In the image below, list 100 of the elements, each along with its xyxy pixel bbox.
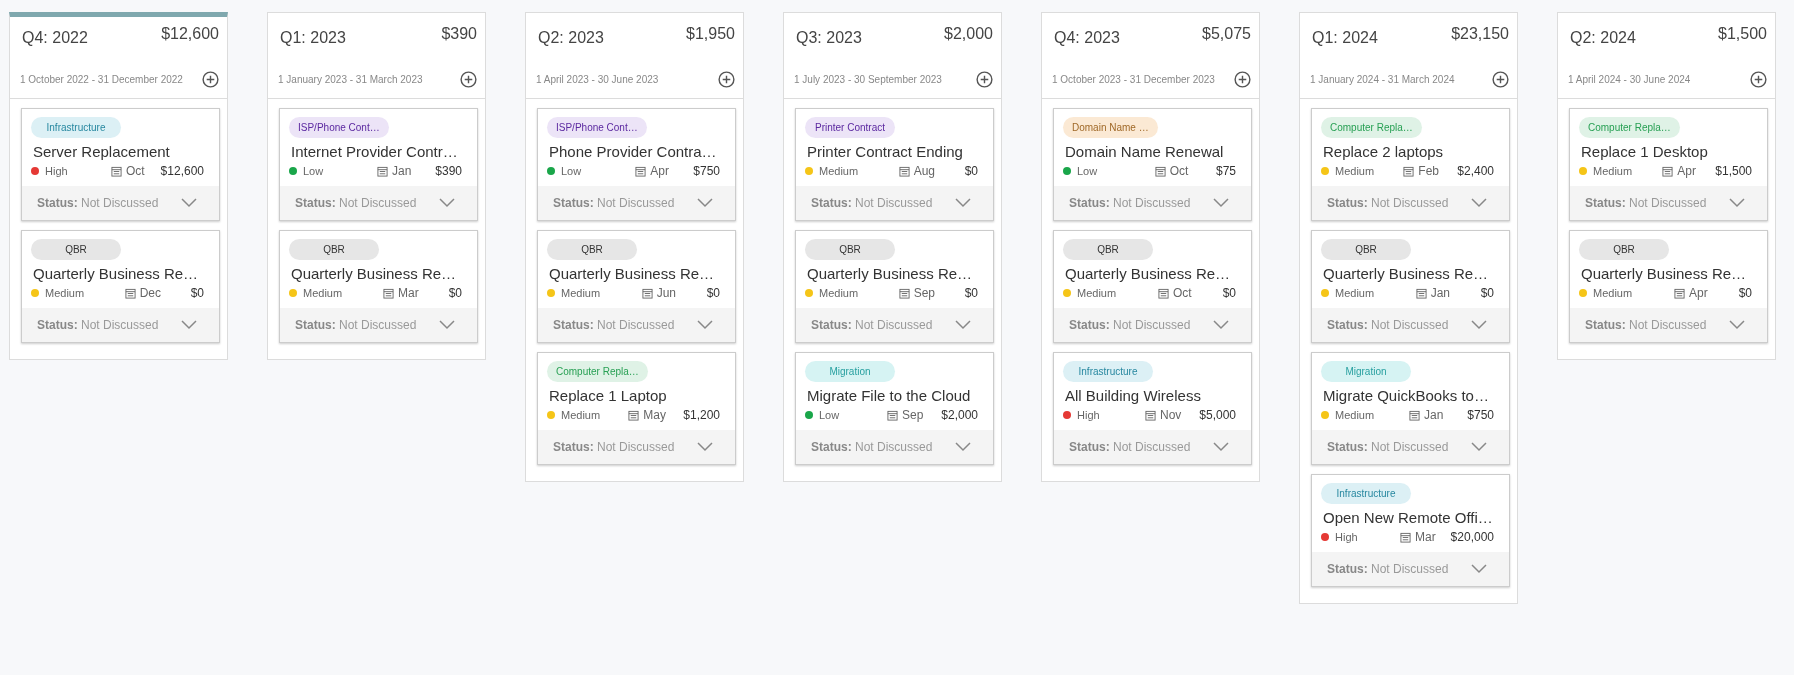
- task-card[interactable]: Printer Contract Printer Contract Ending Medium Aug $0 Status: Not Discussed: [795, 108, 994, 221]
- month-label: Jan: [391, 164, 412, 178]
- calendar-icon: [628, 409, 640, 421]
- chevron-down-icon[interactable]: [1471, 564, 1487, 574]
- add-icon[interactable]: [1492, 71, 1509, 88]
- task-card[interactable]: QBR Quarterly Business Re… Medium Dec $0 Status: Not Discussed: [21, 230, 220, 343]
- task-title: Replace 1 Desktop: [1581, 143, 1709, 160]
- chevron-down-icon[interactable]: [1471, 198, 1487, 208]
- category-tag: Domain Name …: [1063, 117, 1158, 138]
- task-card[interactable]: Migration Migrate QuickBooks to… Medium Jan $750 Status: Not Discussed: [1311, 352, 1510, 465]
- add-icon[interactable]: [1750, 71, 1767, 88]
- category-tag: Infrastructure: [1063, 361, 1153, 382]
- priority-label: Medium: [303, 287, 343, 299]
- task-card[interactable]: Computer Repla… Replace 1 Laptop Medium May $1,200 Status: Not Discussed: [537, 352, 736, 465]
- chevron-down-icon[interactable]: [1213, 442, 1229, 452]
- month-label: Feb: [1418, 164, 1439, 178]
- chevron-down-icon[interactable]: [697, 320, 713, 330]
- priority-label: Medium: [561, 287, 601, 299]
- chevron-down-icon[interactable]: [439, 198, 455, 208]
- chevron-down-icon[interactable]: [1471, 442, 1487, 452]
- priority-label: Medium: [561, 409, 601, 421]
- status-text: Status: Not Discussed: [1069, 196, 1191, 210]
- task-title: Quarterly Business Re…: [1065, 265, 1232, 282]
- chevron-down-icon[interactable]: [955, 320, 971, 330]
- task-title: Quarterly Business Re…: [33, 265, 200, 282]
- status-text: Status: Not Discussed: [1327, 562, 1449, 576]
- task-amount: $0: [1480, 286, 1494, 300]
- category-tag: Migration: [805, 361, 895, 382]
- priority-label: Low: [819, 409, 840, 421]
- task-card[interactable]: Infrastructure Open New Remote Offi… High Mar $20,000 Status: Not Discussed: [1311, 474, 1510, 587]
- quarter-total: $23,150: [1451, 25, 1509, 43]
- task-card[interactable]: Migration Migrate File to the Cloud Low Sep $2,000 Status: Not Discussed: [795, 352, 994, 465]
- task-title: All Building Wireless: [1065, 387, 1202, 404]
- chevron-down-icon[interactable]: [697, 198, 713, 208]
- add-icon[interactable]: [1234, 71, 1251, 88]
- task-card[interactable]: QBR Quarterly Business Re… Medium Jan $0 Status: Not Discussed: [1311, 230, 1510, 343]
- task-card[interactable]: ISP/Phone Cont… Phone Provider Contra… Low Apr $750 Status: Not Discussed: [537, 108, 736, 221]
- chevron-down-icon[interactable]: [1213, 198, 1229, 208]
- chevron-down-icon[interactable]: [1729, 198, 1745, 208]
- priority-label: Medium: [819, 165, 859, 177]
- month-label: Oct: [125, 164, 145, 178]
- chevron-down-icon[interactable]: [439, 320, 455, 330]
- quarter-total: $2,000: [944, 25, 993, 43]
- quarter-total: $5,075: [1202, 25, 1251, 43]
- task-card[interactable]: QBR Quarterly Business Re… Medium Mar $0 Status: Not Discussed: [279, 230, 478, 343]
- task-amount: $750: [693, 164, 720, 178]
- task-card[interactable]: Infrastructure Server Replacement High Oct $12,600 Status: Not Discussed: [21, 108, 220, 221]
- status-text: Status: Not Discussed: [811, 196, 933, 210]
- quarter-title: Q2: 2023: [538, 29, 604, 47]
- quarter-title: Q1: 2024: [1312, 29, 1378, 47]
- chevron-down-icon[interactable]: [181, 198, 197, 208]
- category-tag: Computer Repla…: [1321, 117, 1422, 138]
- date-range: 1 April 2024 - 30 June 2024: [1568, 74, 1691, 85]
- chevron-down-icon[interactable]: [1729, 320, 1745, 330]
- date-range: 1 July 2023 - 30 September 2023: [794, 74, 942, 85]
- status-text: Status: Not Discussed: [1069, 318, 1191, 332]
- category-tag: Printer Contract: [805, 117, 895, 138]
- task-card[interactable]: Computer Repla… Replace 1 Desktop Medium Apr $1,500 Status: Not Discussed: [1569, 108, 1768, 221]
- calendar-icon: [1158, 287, 1169, 299]
- task-card[interactable]: ISP/Phone Cont… Internet Provider Contr… Low Jan $390 Status: Not Discussed: [279, 108, 478, 221]
- task-amount: $0: [1222, 286, 1236, 300]
- task-card[interactable]: Infrastructure All Building Wireless High Nov $5,000 Status: Not Discussed: [1053, 352, 1252, 465]
- calendar-icon: [1403, 165, 1415, 177]
- month-label: Jun: [656, 286, 676, 300]
- task-amount: $12,600: [160, 164, 204, 178]
- add-icon[interactable]: [202, 71, 219, 88]
- task-card[interactable]: QBR Quarterly Business Re… Medium Apr $0 Status: Not Discussed: [1569, 230, 1768, 343]
- category-tag: Computer Repla…: [547, 361, 648, 382]
- chevron-down-icon[interactable]: [955, 442, 971, 452]
- month-label: Mar: [398, 286, 419, 300]
- calendar-icon: [635, 165, 647, 177]
- task-amount: $1,500: [1715, 164, 1752, 178]
- task-card[interactable]: QBR Quarterly Business Re… Medium Sep $0 Status: Not Discussed: [795, 230, 994, 343]
- add-icon[interactable]: [460, 71, 477, 88]
- task-title: Replace 2 laptops: [1323, 143, 1445, 160]
- add-icon[interactable]: [976, 71, 993, 88]
- task-title: Migrate File to the Cloud: [807, 387, 972, 404]
- status-text: Status: Not Discussed: [37, 318, 159, 332]
- task-card[interactable]: QBR Quarterly Business Re… Medium Oct $0 Status: Not Discussed: [1053, 230, 1252, 343]
- category-tag: QBR: [805, 239, 895, 260]
- add-icon[interactable]: [718, 71, 735, 88]
- chevron-down-icon[interactable]: [955, 198, 971, 208]
- calendar-icon: [886, 409, 898, 421]
- date-range: 1 October 2023 - 31 December 2023: [1052, 74, 1215, 85]
- priority-label: Medium: [1335, 409, 1375, 421]
- task-amount: $0: [448, 286, 462, 300]
- task-title: Open New Remote Offi…: [1323, 509, 1494, 526]
- category-tag: QBR: [547, 239, 637, 260]
- calendar-icon: [376, 165, 388, 177]
- task-card[interactable]: QBR Quarterly Business Re… Medium Jun $0 Status: Not Discussed: [537, 230, 736, 343]
- chevron-down-icon[interactable]: [181, 320, 197, 330]
- task-card[interactable]: Computer Repla… Replace 2 laptops Medium Feb $2,400 Status: Not Discussed: [1311, 108, 1510, 221]
- chevron-down-icon[interactable]: [697, 442, 713, 452]
- category-tag: Computer Repla…: [1579, 117, 1680, 138]
- chevron-down-icon[interactable]: [1471, 320, 1487, 330]
- status-text: Status: Not Discussed: [1327, 318, 1449, 332]
- chevron-down-icon[interactable]: [1213, 320, 1229, 330]
- priority-label: Low: [303, 165, 324, 177]
- task-card[interactable]: Domain Name … Domain Name Renewal Low Oct $75 Status: Not Discussed: [1053, 108, 1252, 221]
- calendar-icon: [110, 165, 122, 177]
